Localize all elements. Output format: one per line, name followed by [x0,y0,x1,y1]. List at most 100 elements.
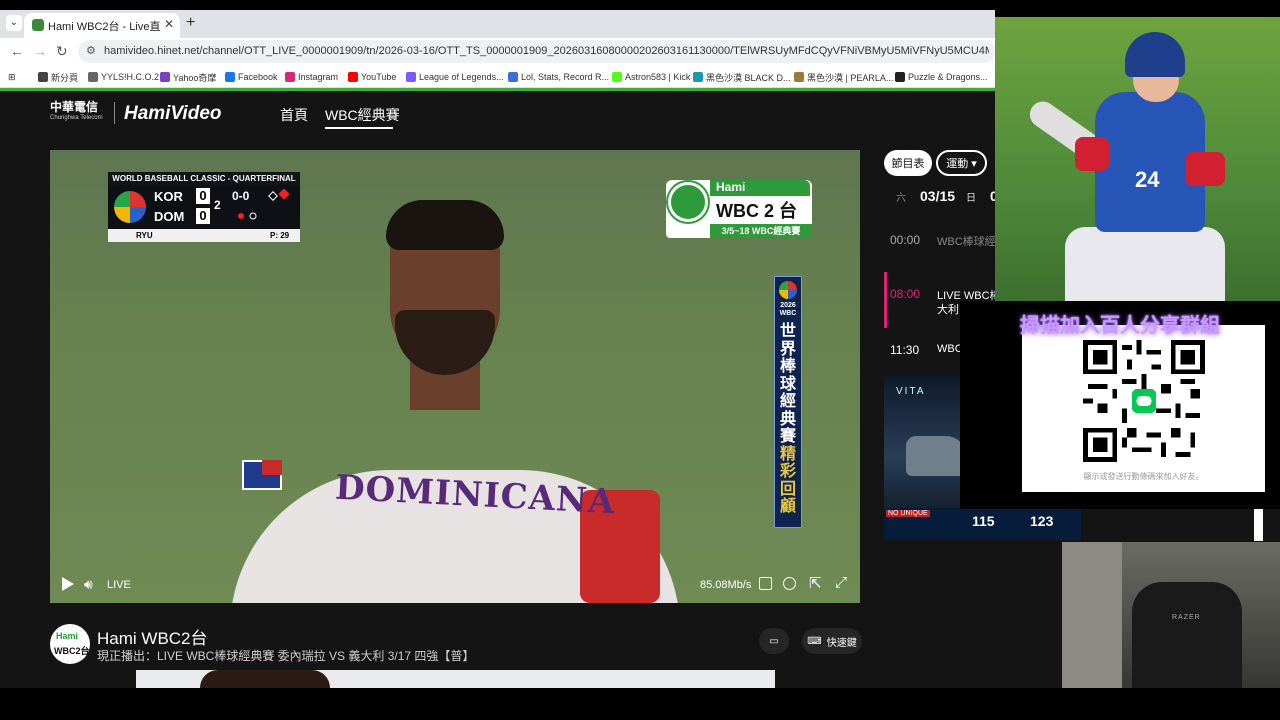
bookmark-label: Facebook [238,72,278,82]
bookmark-item[interactable]: Instagram [285,70,338,84]
play-button[interactable] [62,577,74,591]
cast-icon: ▭ [769,635,779,647]
bookmark-label: 黑色沙漠 | PEARLA... [807,72,894,83]
bookmark-label: League of Legends... [419,72,504,82]
avatar-hami: Hami [56,631,79,641]
scoreboard-footer: RYU P: 29 [108,229,300,242]
bookmark-item[interactable]: 黑色沙漠 | PEARLA... [794,70,893,84]
day-current[interactable]: 日 [966,189,976,204]
fullscreen-icon[interactable]: ⤢ [835,574,847,591]
channel-bug: Hami WBC 2 台 3/5~18 WBC經典賽 [666,180,812,238]
forward-icon[interactable]: → [33,43,47,59]
bookmark-item[interactable]: League of Legends... [406,70,504,84]
cast-button[interactable]: ▭ [759,628,789,654]
schedule-date[interactable]: 03/15 [920,188,955,204]
settings-icon[interactable] [783,577,796,590]
schedule-pill[interactable]: 節目表 [884,150,932,176]
back-icon[interactable]: ← [10,43,24,59]
bookmark-item[interactable]: Puzzle & Dragons... [895,70,988,84]
line-qr-code[interactable] [1083,340,1205,462]
bookmark-label: Lol, Stats, Record R... [521,72,610,82]
sports-filter-pill[interactable]: 運動 ▾ [936,150,987,176]
ball-strike-count: 0-0 [232,189,250,203]
bookmark-item[interactable]: 黑色沙漠 BLACK D... [693,70,791,84]
live-indicator[interactable]: LIVE [107,579,131,591]
bookmark-favicon-icon [693,72,703,82]
promo-banner-image [200,670,330,688]
url-bar[interactable]: ⚙ hamivideo.hinet.net/channel/OTT_LIVE_0… [78,40,995,63]
bookmark-favicon-icon [895,72,905,82]
keyboard-icon: ⌨ [807,635,822,647]
banner-line1: 世界棒球經典賽 [779,323,796,445]
now-playing: 現正播出：LIVE WBC棒球經典賽 委內瑞拉 VS 義大利 3/17 四強【普… [97,649,475,663]
avatar-channel: WBC2台 [54,646,90,656]
bookmark-favicon-icon [88,72,98,82]
close-tab-icon[interactable]: ✕ [164,17,174,31]
cht-logo[interactable]: 中華電信 [50,101,98,113]
wbc-logo-icon [114,191,146,223]
bookmark-label: Instagram [298,72,339,82]
screen-top-edge [0,0,1280,10]
team1-name: KOR [154,189,183,204]
bookmark-favicon-icon [225,72,235,82]
new-tab-button[interactable]: + [186,14,195,32]
url-text: hamivideo.hinet.net/channel/OTT_LIVE_000… [104,45,989,57]
apps-grid-icon[interactable]: ⊞ [8,70,16,84]
wbc-vertical-banner: 2026 WBC 世界棒球經典賽精彩回顧 [774,276,802,528]
bookmark-favicon-icon [406,72,416,82]
ad-unique-tag: NO UNIQUE [886,510,930,517]
bookmark-item[interactable]: 新分頁 [38,70,78,84]
player-hair [386,200,504,250]
tab-title: Hami WBC2台 - Live直播線上 [48,21,160,33]
bookmark-item[interactable]: Yahoo奇摩 [160,70,216,84]
browser-address-row: ← → ↻ ⚙ hamivideo.hinet.net/channel/OTT_… [0,38,995,65]
bookmark-item[interactable]: YYLS!H.C.O.2 [88,70,159,84]
bookmark-item[interactable]: Astron583 | Kick [612,70,690,84]
pitcher-name: RYU [136,231,153,240]
bookmark-item[interactable]: YouTube [348,70,396,84]
bookmark-item[interactable]: Lol, Stats, Record R... [508,70,609,84]
bitrate-readout: 85.08Mb/s [700,579,752,591]
bookmark-label: 黑色沙漠 BLACK D... [706,72,791,83]
hami-video-logo[interactable]: HamiVideo [124,103,222,125]
qr-caption: 顯示或發送行動條碼來加入好友。 [1083,472,1204,481]
popout-icon[interactable]: ⇱ [809,574,822,592]
browser-tab-active[interactable]: Hami WBC2台 - Live直播線上 ✕ [24,13,180,38]
channel-name: Hami WBC2台 [97,629,208,648]
player-photo-overlay: 24 [995,17,1280,301]
flag-red-quadrant [262,460,282,475]
bookmark-favicon-icon [38,72,48,82]
ad-price-2: 123 [1030,513,1054,529]
screen-bottom-edge [0,688,1280,720]
banner-year: 2026 WBC [779,302,797,317]
nav-wbc[interactable]: WBC經典賽 [325,105,400,125]
qr-title: 掃描加入百人分享群組 [1020,315,1220,337]
qr-card: 顯示或發送行動條碼來加入好友。 [1022,325,1265,492]
car-ad-price-strip[interactable]: NO UNIQUE 115 123 [884,508,1081,540]
nav-active-underline [325,127,393,129]
shortcut-button[interactable]: ⌨ 快速鍵 [802,628,862,654]
banner-text: 世界棒球經典賽精彩回顧 [778,323,798,516]
qr-overlay: 顯示或發送行動條碼來加入好友。 掃描加入百人分享群組 [960,301,1280,509]
reload-icon[interactable]: ↻ [56,43,68,60]
hami-favicon-icon [32,19,44,31]
ad-car-image [906,436,960,476]
tab-search-button[interactable]: ⌄ [6,15,22,31]
bookmark-item[interactable]: Facebook [225,70,278,84]
quality-settings-icon[interactable] [759,577,772,590]
volume-icon[interactable]: 🔊︎ [84,576,93,593]
channel-avatar[interactable]: Hami WBC2台 [50,624,90,664]
bookmark-label: Astron583 | Kick [625,72,691,82]
schedule-row[interactable]: 00:00 WBC棒球經 [884,222,996,262]
bug-date-range: 3/5~18 WBC經典賽 [710,224,812,238]
browser-tab-strip: ⌄ Hami WBC2台 - Live直播線上 ✕ + [0,10,995,38]
ad-price-1: 115 [972,513,995,529]
video-player[interactable]: DOMINICANA WORLD BASEBALL CLASSIC - QUAR… [50,150,860,603]
nav-home[interactable]: 首頁 [280,105,308,125]
bookmark-favicon-icon [612,72,622,82]
shortcut-label: 快速鍵 [826,637,857,649]
bookmark-favicon-icon [348,72,358,82]
day-prev[interactable]: 六 [896,189,906,204]
site-info-icon[interactable]: ⚙ [86,44,96,57]
car-ad-banner[interactable]: VITA [884,376,960,510]
